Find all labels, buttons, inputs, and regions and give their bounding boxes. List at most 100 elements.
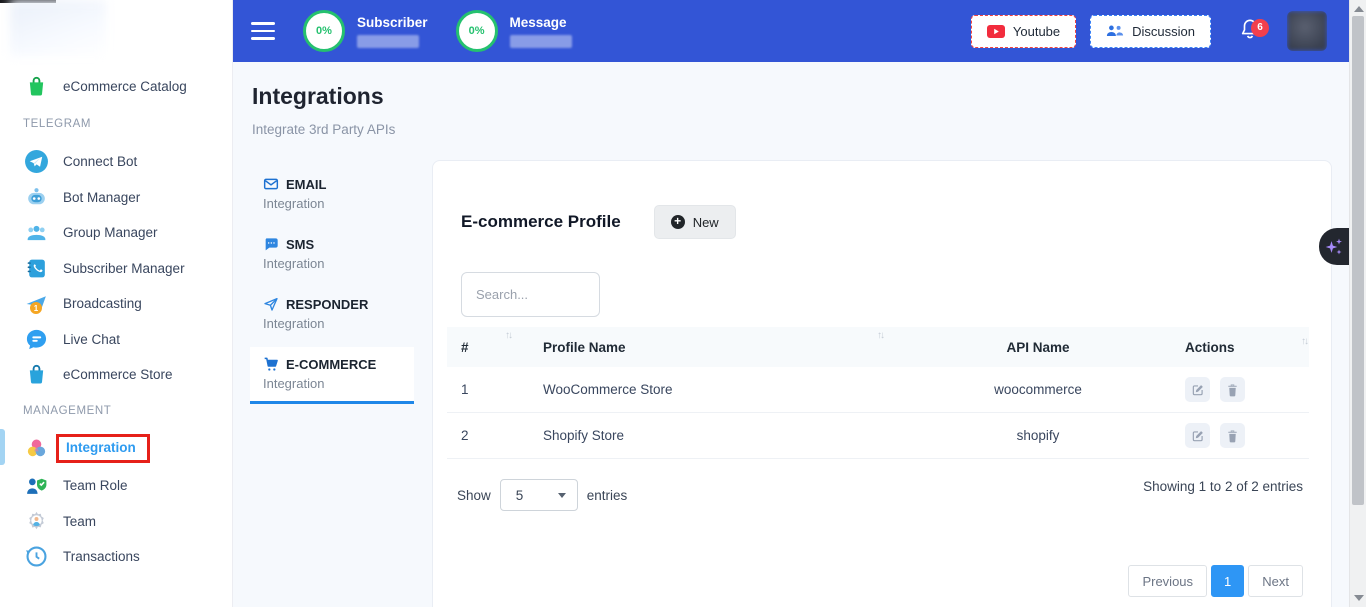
sidebar: eCommerce Catalog TELEGRAM Connect Bot B… (0, 0, 233, 607)
edit-button[interactable] (1185, 423, 1210, 448)
tab-title: RESPONDER (286, 297, 368, 312)
sidebar-section-management: MANAGEMENT (0, 405, 233, 417)
row-number: 2 (461, 428, 469, 443)
menu-toggle-icon[interactable] (251, 22, 275, 40)
trash-icon (1226, 429, 1239, 443)
row-number: 1 (461, 382, 469, 397)
chat-icon (24, 327, 49, 352)
previous-page-button[interactable]: Previous (1128, 565, 1207, 597)
sidebar-item-label: Bot Manager (63, 190, 140, 205)
notifications-button[interactable]: 6 (1239, 17, 1261, 46)
chevron-down-icon (558, 493, 566, 498)
edit-icon (1191, 429, 1205, 443)
sidebar-item-label: Subscriber Manager (63, 261, 185, 276)
sidebar-item-integration[interactable]: Integration (0, 431, 233, 465)
sidebar-item-broadcasting[interactable]: 1 Broadcasting (0, 290, 233, 317)
email-icon (263, 176, 279, 192)
notification-count-badge: 6 (1251, 19, 1269, 37)
search-input[interactable] (461, 272, 600, 317)
sidebar-item-team[interactable]: Team (0, 508, 233, 535)
youtube-icon (987, 25, 1005, 38)
youtube-button-label: Youtube (1013, 24, 1060, 39)
telegram-icon (24, 149, 49, 174)
sidebar-section-telegram: TELEGRAM (0, 118, 233, 130)
sidebar-item-label: Team (63, 514, 96, 529)
user-avatar[interactable] (1287, 11, 1327, 51)
tab-title: SMS (286, 237, 314, 252)
group-icon (24, 220, 49, 245)
sidebar-item-ecommerce-store[interactable]: eCommerce Store (0, 361, 233, 388)
tab-title: E-COMMERCE (286, 357, 376, 372)
tab-ecommerce-integration[interactable]: E-COMMERCE Integration (250, 347, 414, 404)
tab-subtitle: Integration (263, 316, 402, 331)
sidebar-item-label: Connect Bot (63, 154, 137, 169)
api-name-cell: shopify (1017, 428, 1060, 443)
edit-icon (1191, 383, 1205, 397)
entries-select-value: 5 (516, 488, 524, 503)
annotation-box: Integration (56, 434, 150, 463)
column-header-api-name[interactable]: API Name (891, 340, 1185, 355)
sidebar-item-group-manager[interactable]: Group Manager (0, 219, 233, 246)
tab-subtitle: Integration (263, 196, 402, 211)
broadcast-badge: 1 (30, 302, 42, 314)
sidebar-item-ecommerce-catalog[interactable]: eCommerce Catalog (0, 73, 233, 100)
sidebar-item-label: Transactions (63, 549, 140, 564)
discussion-users-icon (1106, 24, 1124, 38)
sidebar-item-label: Group Manager (63, 225, 158, 240)
ecommerce-cart-icon (263, 356, 279, 372)
sidebar-item-transactions[interactable]: Transactions (0, 543, 233, 570)
tab-sms-integration[interactable]: SMS Integration (250, 227, 414, 281)
sidebar-item-live-chat[interactable]: Live Chat (0, 326, 233, 353)
window-scrollbar[interactable] (1349, 0, 1366, 607)
profiles-table: # ↑↓ Profile Name ↑↓ API Name Actions ↑↓… (447, 327, 1309, 459)
main-content: Integrations Integrate 3rd Party APIs EM… (233, 62, 1349, 607)
sidebar-item-connect-bot[interactable]: Connect Bot (0, 148, 233, 175)
new-profile-button[interactable]: + New (654, 205, 736, 239)
transactions-icon (24, 544, 49, 569)
trash-icon (1226, 383, 1239, 397)
scroll-down-icon[interactable] (1354, 595, 1364, 601)
delete-button[interactable] (1220, 377, 1245, 402)
tab-responder-integration[interactable]: RESPONDER Integration (250, 287, 414, 341)
api-name-cell: woocommerce (994, 382, 1082, 397)
responder-send-icon (263, 296, 279, 312)
edit-button[interactable] (1185, 377, 1210, 402)
column-header-profile-name[interactable]: Profile Name ↑↓ (519, 327, 891, 367)
page-subtitle: Integrate 3rd Party APIs (252, 122, 395, 137)
entries-label: entries (587, 488, 628, 503)
sms-icon (263, 236, 279, 252)
ecommerce-profile-card: E-commerce Profile + New # ↑↓ Profile Na… (432, 160, 1332, 607)
sort-icon[interactable]: ↑↓ (505, 327, 511, 341)
shopping-bag-icon (24, 74, 49, 99)
table-header-row: # ↑↓ Profile Name ↑↓ API Name Actions ↑↓ (447, 327, 1309, 367)
integration-subnav: EMAIL Integration SMS Integration RESPON… (250, 167, 414, 410)
page-1-button[interactable]: 1 (1211, 565, 1244, 597)
show-label: Show (457, 488, 491, 503)
sidebar-item-label: Broadcasting (63, 296, 142, 311)
scrollbar-thumb[interactable] (1352, 16, 1364, 505)
youtube-button[interactable]: Youtube (971, 15, 1076, 48)
message-stat: 0% Message (456, 10, 572, 52)
showing-entries-text: Showing 1 to 2 of 2 entries (1143, 479, 1303, 494)
scroll-up-icon[interactable] (1354, 6, 1364, 12)
sidebar-item-label: Integration (66, 440, 136, 455)
sort-icon[interactable]: ↑↓ (877, 327, 883, 341)
sidebar-item-subscriber-manager[interactable]: Subscriber Manager (0, 255, 233, 282)
tab-email-integration[interactable]: EMAIL Integration (250, 167, 414, 221)
next-page-button[interactable]: Next (1248, 565, 1303, 597)
ai-assistant-button[interactable] (1319, 228, 1349, 265)
sidebar-item-team-role[interactable]: Team Role (0, 472, 233, 499)
new-button-label: New (693, 215, 719, 230)
integration-icon (24, 436, 49, 461)
entries-select[interactable]: 5 (500, 479, 578, 511)
plus-icon: + (671, 215, 685, 229)
column-header-num[interactable]: # ↑↓ (447, 327, 519, 367)
table-row: 1 WooCommerce Store woocommerce (447, 367, 1309, 413)
sparkles-icon (1324, 236, 1344, 258)
subscriber-progress-ring: 0% (303, 10, 345, 52)
column-header-actions[interactable]: Actions ↑↓ (1185, 327, 1309, 367)
delete-button[interactable] (1220, 423, 1245, 448)
discussion-button[interactable]: Discussion (1090, 15, 1211, 48)
sort-icon[interactable]: ↑↓ (1301, 333, 1307, 347)
sidebar-item-bot-manager[interactable]: Bot Manager (0, 184, 233, 211)
